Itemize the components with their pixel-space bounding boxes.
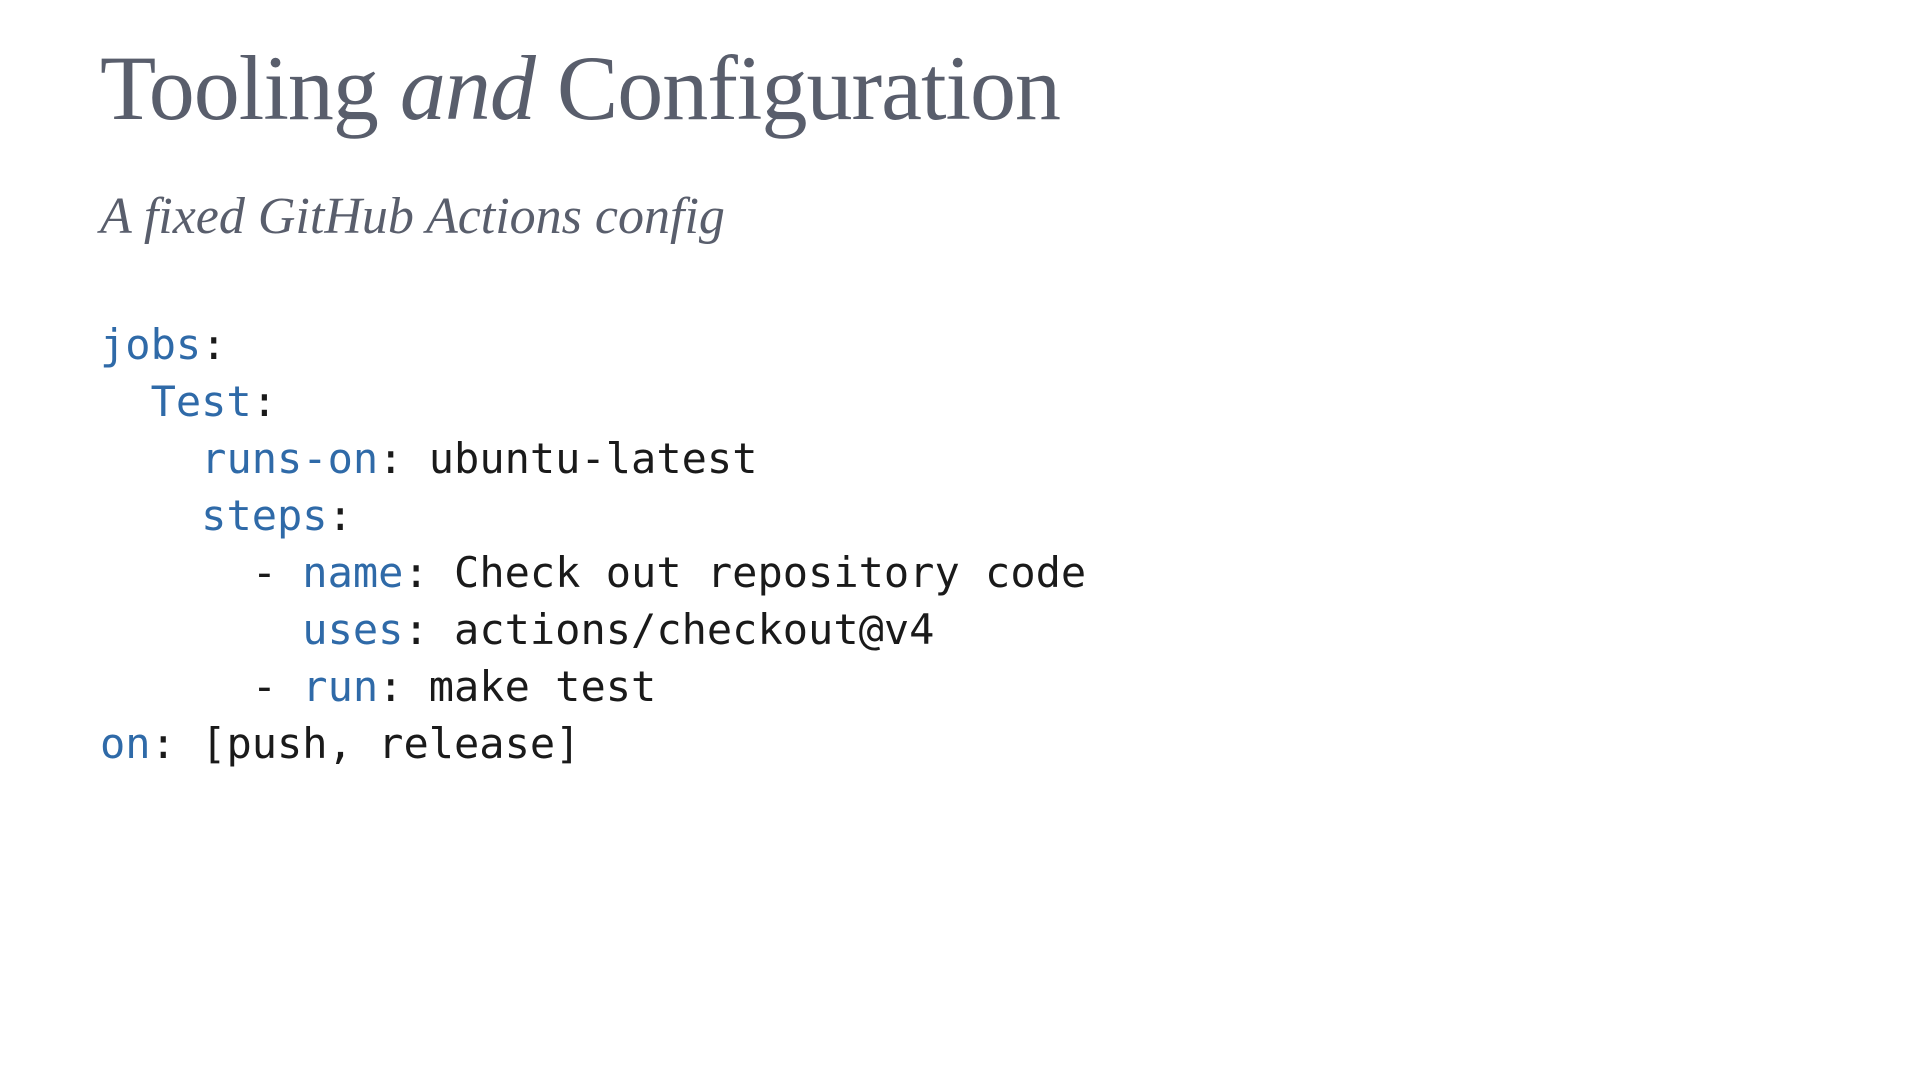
yaml-val-runs-on: ubuntu-latest [403,434,757,483]
yaml-key-uses: uses [302,605,403,654]
yaml-key-steps: steps [201,491,327,540]
yaml-val-on: [push, release] [176,719,581,768]
yaml-val-run: make test [403,662,656,711]
yaml-key-on: on [100,719,151,768]
title-part1: Tooling [100,37,400,139]
yaml-val-name: Check out repository code [429,548,1086,597]
yaml-val-uses: actions/checkout@v4 [429,605,935,654]
yaml-key-jobs: jobs [100,320,201,369]
slide: Tooling and Configuration A fixed GitHub… [0,0,1920,1080]
slide-title: Tooling and Configuration [100,40,1820,137]
yaml-key-run: run [302,662,378,711]
title-italic: and [400,37,535,139]
yaml-key-name: name [302,548,403,597]
yaml-key-test: Test [151,377,252,426]
title-part2: Configuration [535,37,1060,139]
slide-subtitle: A fixed GitHub Actions config [100,187,1820,246]
yaml-key-runs-on: runs-on [201,434,378,483]
code-block: jobs: Test: runs-on: ubuntu-latest steps… [100,316,1820,773]
